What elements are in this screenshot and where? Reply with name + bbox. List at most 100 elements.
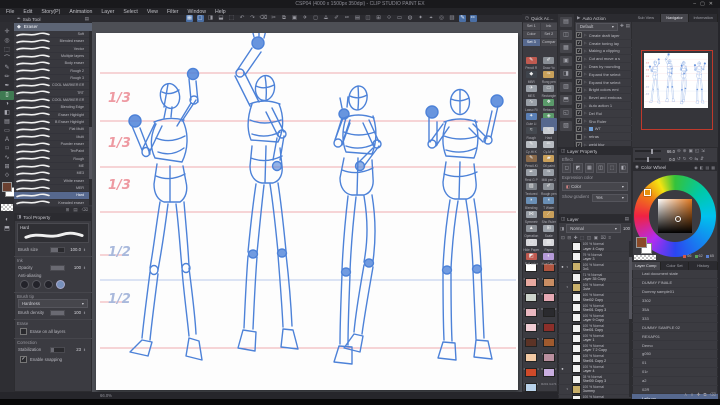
quick-access-item[interactable]: ⊞ Scale (541, 216, 558, 238)
layer-row[interactable]: ▾ 100 % Normal Layer 7 2 Copy (558, 343, 632, 355)
zoom-control-icon[interactable]: ⇲ (701, 148, 705, 154)
color-panel-tab-icon[interactable]: ◉ (694, 165, 698, 170)
window-controls[interactable]: –▢✕ (693, 1, 717, 7)
action-checkbox[interactable] (576, 86, 582, 93)
sub-tool-group[interactable]: ◆ Eraser (14, 23, 92, 31)
toolbar-icon[interactable]: ◍ (407, 15, 414, 22)
brush-size-slider[interactable] (50, 246, 65, 253)
expand-arrow-icon[interactable]: ▷ (584, 57, 587, 61)
quick-access-item[interactable]: ◆ MBR (523, 62, 540, 84)
auto-action-item[interactable]: ▷ Bright colors emi (574, 86, 632, 95)
auto-action-preset-dropdown[interactable]: Default ▾ (576, 23, 618, 31)
action-checkbox[interactable] (576, 47, 582, 54)
dock-icon[interactable]: ▣ (560, 56, 572, 66)
tool-icon[interactable]: ◧ (0, 109, 14, 118)
action-checkbox[interactable] (576, 125, 582, 132)
dock-icon[interactable]: ▤ (560, 17, 572, 27)
stepper[interactable]: ⬍ (83, 266, 88, 270)
layer-row[interactable]: ● ▾ 100 % Normal Layer 4 (558, 364, 632, 375)
sub-tool-item[interactable]: Rough 3 (14, 74, 92, 83)
anti-aliasing-options[interactable] (14, 279, 92, 290)
auto-action-item[interactable]: ▷ Expand the select (574, 79, 632, 87)
effect-icon-button[interactable]: ◧ (618, 163, 628, 173)
toolbar-icon[interactable]: ▤ (354, 15, 361, 22)
action-checkbox[interactable] (576, 133, 582, 140)
sub-tool-item[interactable]: B Eraser Highlight (14, 118, 92, 127)
toolbar-icon[interactable]: ▭ (396, 15, 403, 22)
tool-property-header[interactable]: ◨ Tool Property (14, 213, 92, 221)
quick-access-swatch[interactable]: R185 G143 (541, 349, 558, 371)
effect-icon-button[interactable]: ⬚ (607, 163, 617, 173)
quick-access-item[interactable]: ▢ Hide Paper (523, 230, 540, 252)
transparent-color-chip[interactable] (634, 255, 656, 260)
toolbar-icon[interactable]: ⬚ (228, 15, 235, 22)
menu-item[interactable]: File (6, 9, 14, 15)
expand-arrow-icon[interactable]: ▷ (584, 104, 587, 108)
tool-icon[interactable]: ⊞ (0, 163, 14, 172)
rotate-control-icon[interactable]: ⟲ (689, 156, 693, 162)
layer-comp-item[interactable]: DUMMY SAMPLE 02 (632, 323, 718, 333)
sub-tool-item[interactable]: Kneaded eraser (14, 199, 92, 207)
toolbar-icon[interactable]: ✎ (459, 15, 466, 22)
dock-icon[interactable]: ◱ (560, 108, 572, 118)
color-wheel-header[interactable]: ◉ Color Wheel ◉ ◧ ▤ ▦ (632, 163, 718, 171)
quick-access-item[interactable]: ◖ T Water (541, 188, 558, 210)
menu-item[interactable]: Story(P) (41, 9, 60, 15)
toolbar-icon[interactable]: ✦ (417, 15, 424, 22)
auto-action-item[interactable]: ▷ Create toning lay (574, 40, 632, 48)
comp-footer-icon[interactable]: ✚ (697, 392, 701, 398)
zoom-control-icon[interactable]: ⊖ (677, 148, 681, 154)
layer-comp-item[interactable]: DUMMY FINALE (632, 279, 718, 288)
layer-row[interactable]: ▾ 71 % Normal Layer 35 Copy (558, 272, 632, 283)
action-checkbox[interactable] (576, 79, 582, 86)
menu-icon[interactable]: ▤ (626, 23, 630, 31)
auto-action-item[interactable]: ▷ Making a clipping (574, 47, 632, 56)
toolbar-icon[interactable]: ✏ (469, 15, 477, 22)
quick-access-swatch[interactable]: R92 G51 (523, 334, 540, 356)
quick-access-item[interactable]: ◈ Retouch (541, 104, 558, 126)
toolbar-icon[interactable]: ⊞ (375, 15, 382, 22)
sub-tool-item[interactable]: COOL MARKER ERASER 2 (14, 96, 92, 105)
sub-tool-item[interactable]: Vector (14, 45, 92, 53)
auto-action-item[interactable]: ▷ Del Rul (574, 110, 632, 118)
layer-toolbar-icon[interactable]: ⊟ (567, 235, 571, 241)
sub-tool-header[interactable]: ✒ Sub Tool ▤ (14, 15, 92, 23)
layer-row[interactable]: ▾ 100 % Normal Layer 1 (558, 333, 632, 344)
quick-access-item[interactable]: ✎ Pencil R (523, 48, 540, 70)
auto-action-item[interactable]: ▷ WT (574, 125, 632, 134)
layer-comp-tab[interactable]: History (689, 262, 719, 270)
quick-access-swatch[interactable]: R160 G90 (541, 334, 558, 356)
sv-cursor[interactable] (675, 216, 681, 222)
sub-tool-item[interactable]: Soft (14, 31, 92, 39)
layer-row[interactable]: ▾ 100 % Normal Shel01 Copy (558, 323, 632, 334)
tool-icon[interactable]: ∿ (0, 154, 14, 163)
toolbar-icon[interactable]: ✂ (270, 15, 277, 22)
toolbar-icon[interactable]: ◎ (438, 15, 445, 22)
quick-access-item[interactable]: ▨ Textured (523, 174, 540, 196)
quick-access-item[interactable]: ◐ HueSatLu (541, 244, 558, 266)
toolbar-icon[interactable]: ↶ (239, 15, 246, 22)
canvas-area[interactable]: 1/3 1/3 1/3 1/2 1/2 (92, 22, 522, 392)
dock-icon[interactable]: ▧ (560, 121, 572, 131)
tool-icon[interactable]: ⟐ (0, 172, 14, 181)
menu-item[interactable]: Animation (69, 9, 92, 15)
quick-access-swatch[interactable]: R233 G183 (523, 304, 540, 326)
quick-access-swatch[interactable]: R140 G47 (541, 319, 558, 341)
quick-access-item[interactable]: ▲ Operation (523, 216, 540, 238)
action-checkbox[interactable] (576, 32, 582, 39)
canvas[interactable]: 1/3 1/3 1/3 1/2 1/2 (96, 27, 518, 390)
toolbar-icon[interactable]: ⌖ (428, 15, 435, 22)
quick-access-item[interactable]: ⟋ Sho Ruler (541, 202, 558, 224)
folder-arrow-icon[interactable]: ▾ (567, 387, 571, 391)
quick-access-swatch[interactable]: R42 G42 (541, 304, 558, 326)
hardness-dropdown[interactable]: Hardness ▾ (18, 299, 88, 308)
layer-row[interactable]: ● ▾ 100 % Normal Dx1 (558, 262, 632, 273)
zoom-slider[interactable] (635, 148, 661, 154)
sub-tool-item[interactable]: ME (14, 162, 92, 171)
quick-access-item[interactable]: ⋈ Symmetr (523, 202, 540, 224)
sub-tool-item[interactable]: Multi (14, 133, 92, 141)
sub-tool-item[interactable]: White eraser (14, 177, 92, 185)
quick-access-item[interactable]: ✎ Cy-Hi K (523, 132, 540, 154)
visibility-eye-icon[interactable]: ● (560, 264, 565, 269)
quick-access-header[interactable]: ◷ Quick Access (522, 14, 558, 22)
